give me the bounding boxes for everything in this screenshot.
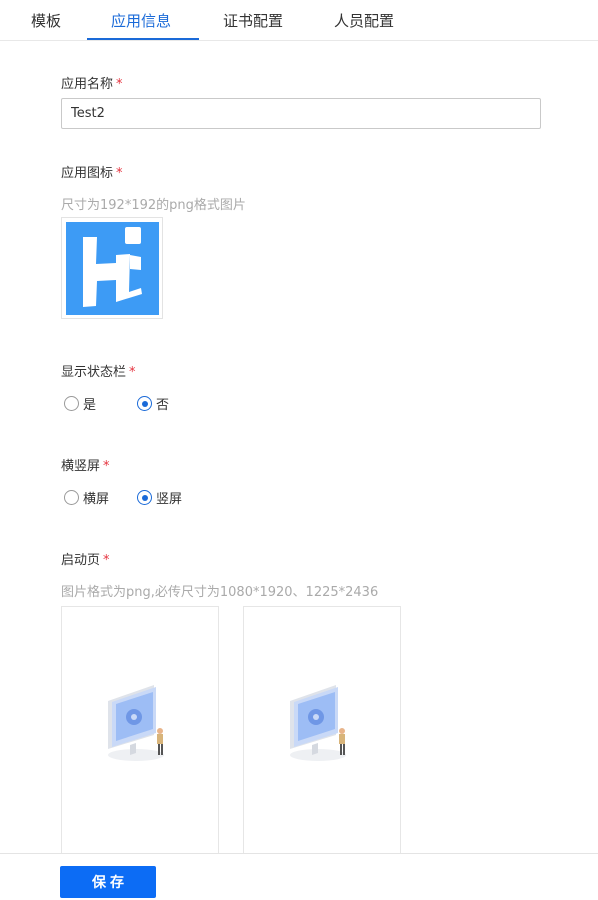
app-icon-hint: 尺寸为192*192的png格式图片 [61,198,246,213]
footer-bar: 保存 [0,853,598,900]
radio-label: 竖屏 [156,492,183,507]
hi-logo-icon [66,222,159,315]
tab-app-info[interactable]: 应用信息 [111,0,171,41]
splash-label: 启动页 * [61,553,110,568]
orientation-label: 横竖屏 * [61,459,110,474]
computer-illustration-icon [290,685,346,761]
required-mark: * [116,77,123,92]
splash-hint: 图片格式为png,必传尺寸为1080*1920、1225*2436 [61,585,379,600]
orientation-radio-portrait[interactable]: 竖屏 [137,488,182,507]
radio-circle [64,396,79,411]
app-icon-upload[interactable] [61,217,163,319]
computer-illustration-icon [108,685,164,761]
radio-circle-selected [137,396,152,411]
orientation-radio-landscape[interactable]: 横屏 [64,488,109,507]
required-mark: * [116,166,123,181]
status-bar-radio-no[interactable]: 否 [137,394,169,413]
required-mark: * [103,459,110,474]
radio-label: 否 [156,398,170,413]
tab-certificate-config[interactable]: 证书配置 [223,0,283,41]
app-name-input[interactable] [61,98,541,129]
active-tab-indicator [87,38,199,40]
app-icon-label: 应用图标 * [61,166,123,181]
splash-upload-1225x2436[interactable] [243,606,401,866]
required-mark: * [129,365,136,380]
status-bar-radio-yes[interactable]: 是 [64,394,96,413]
tab-bar: 模板 应用信息 证书配置 人员配置 [0,0,598,41]
save-button[interactable]: 保存 [60,866,156,898]
radio-circle [64,490,79,505]
splash-upload-1080x1920[interactable] [61,606,219,866]
status-bar-label: 显示状态栏 * [61,365,136,380]
radio-label: 是 [83,398,97,413]
required-mark: * [103,553,110,568]
radio-label: 横屏 [83,492,110,507]
radio-circle-selected [137,490,152,505]
tab-template[interactable]: 模板 [31,0,61,41]
tab-personnel-config[interactable]: 人员配置 [334,0,394,41]
app-name-label: 应用名称 * [61,77,123,92]
